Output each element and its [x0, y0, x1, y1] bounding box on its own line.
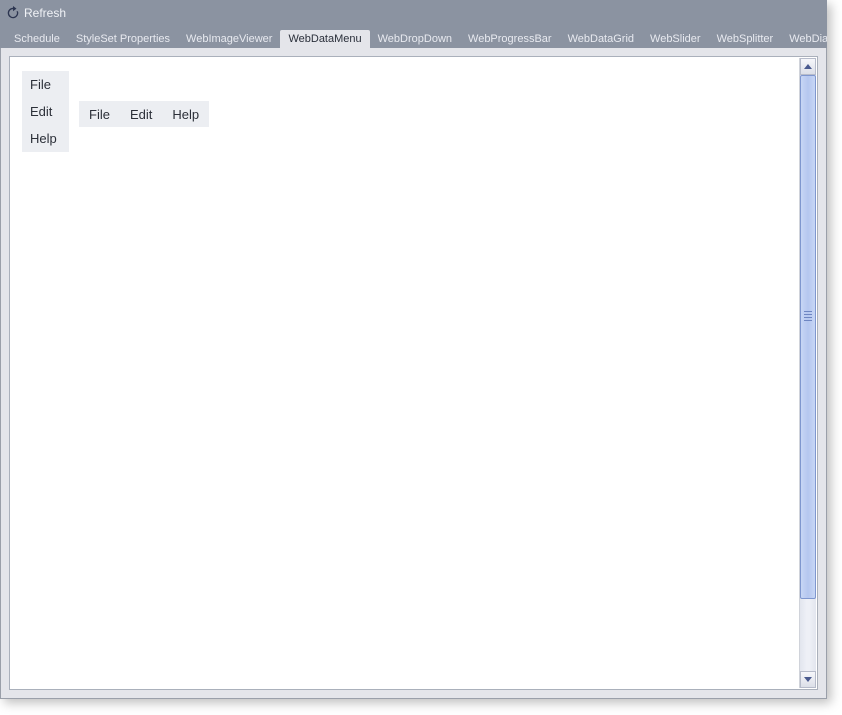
tab-webdatagrid[interactable]: WebDataGrid — [560, 30, 642, 48]
tab-webdatamenu[interactable]: WebDataMenu — [280, 30, 369, 48]
vertical-menu-item-edit[interactable]: Edit — [22, 98, 69, 125]
scroll-down-button[interactable] — [800, 671, 816, 688]
menus-row: File Edit Help File Edit Help — [22, 71, 805, 152]
chevron-down-icon — [804, 677, 812, 682]
app-window: Refresh Schedule StyleSet Properties Web… — [0, 0, 827, 699]
scroll-thumb[interactable] — [800, 75, 816, 599]
tab-webslider[interactable]: WebSlider — [642, 30, 709, 48]
vertical-menu: File Edit Help — [22, 71, 69, 152]
titlebar: Refresh — [0, 0, 827, 26]
thumb-grip-icon — [804, 311, 812, 321]
vertical-menu-item-file[interactable]: File — [22, 71, 69, 98]
chevron-up-icon — [804, 64, 812, 69]
scroll-up-button[interactable] — [800, 58, 816, 75]
window-title: Refresh — [24, 6, 66, 20]
tab-webdialogw[interactable]: WebDialogW — [781, 30, 827, 48]
tab-websplitter[interactable]: WebSplitter — [709, 30, 782, 48]
horizontal-menu: File Edit Help — [79, 101, 209, 127]
vertical-scrollbar[interactable] — [799, 58, 816, 688]
horizontal-menu-item-file[interactable]: File — [79, 102, 120, 127]
tab-webprogressbar[interactable]: WebProgressBar — [460, 30, 560, 48]
tab-schedule[interactable]: Schedule — [6, 30, 68, 48]
tab-webimageviewer[interactable]: WebImageViewer — [178, 30, 280, 48]
tabbar: Schedule StyleSet Properties WebImageVie… — [0, 26, 827, 48]
refresh-icon — [6, 6, 20, 20]
horizontal-menu-item-edit[interactable]: Edit — [120, 102, 162, 127]
content-shell: File Edit Help File Edit Help — [0, 48, 827, 699]
scroll-region: File Edit Help File Edit Help — [9, 56, 818, 690]
content-area: File Edit Help File Edit Help — [10, 57, 817, 689]
tab-styleset-properties[interactable]: StyleSet Properties — [68, 30, 178, 48]
tab-webdropdown[interactable]: WebDropDown — [370, 30, 460, 48]
vertical-menu-item-help[interactable]: Help — [22, 125, 69, 152]
scroll-track[interactable] — [800, 75, 816, 671]
horizontal-menu-item-help[interactable]: Help — [162, 102, 209, 127]
